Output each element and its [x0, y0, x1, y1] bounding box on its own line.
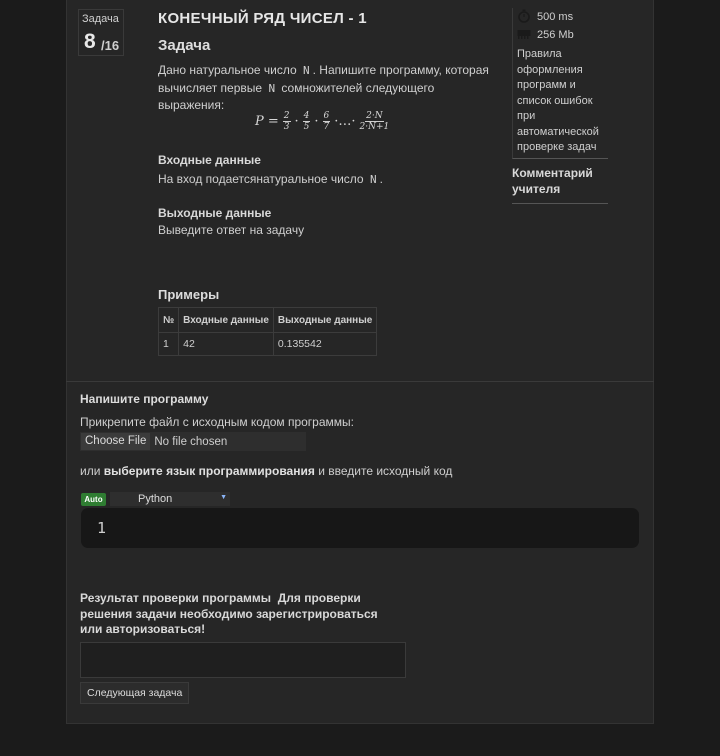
write-program-heading: Напишите программу: [80, 392, 209, 406]
output-heading: Выходные данные: [158, 206, 272, 220]
table-row: 1 42 0.135542: [157, 332, 378, 356]
result-box: [80, 642, 406, 678]
auto-badge[interactable]: Auto: [81, 493, 106, 506]
formula: P = 23 · 45 · 67 ·…· 2·N 2·N+1: [255, 111, 390, 132]
rules-link[interactable]: Правила оформления программ и список оши…: [517, 47, 608, 156]
col-input: Входные данные: [178, 307, 274, 333]
stopwatch-icon: [517, 9, 531, 26]
time-limit-value: 500 ms: [537, 11, 574, 23]
fraction: 45: [302, 111, 311, 132]
code-editor[interactable]: 1: [81, 508, 639, 548]
next-task-button[interactable]: Следующая задача: [80, 682, 190, 704]
fraction: 67: [322, 111, 331, 132]
col-number: №: [157, 307, 180, 333]
cell-number: 1: [157, 332, 180, 356]
file-input[interactable]: Choose File No file chosen: [80, 432, 306, 451]
cell-output: 0.135542: [272, 332, 378, 356]
var-n: N: [303, 64, 310, 77]
input-text: На вход подаетсянатуральное число N.: [158, 172, 383, 186]
formula-lhs: P =: [255, 114, 279, 129]
memory-limit-value: 256 Mb: [537, 29, 574, 41]
selected-language: Python: [138, 493, 173, 505]
statement-text: Дано натуральное число: [158, 63, 297, 77]
input-heading: Входные данные: [158, 153, 261, 167]
cell-input: 42: [178, 332, 274, 356]
limits-sidebar: 500 ms 256 Mb Правила оформления програм…: [512, 8, 608, 159]
language-select[interactable]: Python ▼: [110, 492, 230, 506]
or-line: или выберите язык программирования и вве…: [80, 464, 453, 478]
task-number-badge: Задача 8 /16: [78, 9, 124, 56]
task-total: /16: [101, 38, 120, 53]
examples-table: № Входные данные Выходные данные 1 42 0.…: [157, 307, 378, 356]
result-heading: Результат проверки программы Для проверк…: [80, 591, 400, 638]
task-statement: Дано натуральное число N. Напишите прогр…: [158, 62, 498, 115]
teacher-comment-heading: Комментарий учителя: [512, 165, 608, 204]
examples-heading: Примеры: [158, 287, 220, 302]
memory-limit: 256 Mb: [517, 26, 608, 44]
task-label: Задача: [82, 13, 119, 25]
var-n-2: N: [268, 81, 276, 95]
page-title: КОНЕЧНЫЙ РЯД ЧИСЕЛ - 1: [158, 10, 367, 27]
memory-icon: [517, 28, 531, 43]
result-label: Результат проверки программы: [80, 591, 272, 605]
formula-dots: ·…·: [334, 114, 356, 129]
line-number: 1: [97, 519, 107, 537]
attach-file-text: Прикрепите файл с исходным кодом програм…: [80, 415, 354, 429]
section-divider: [66, 381, 654, 382]
time-limit: 500 ms: [517, 8, 608, 26]
table-header-row: № Входные данные Выходные данные: [157, 307, 378, 333]
col-output: Выходные данные: [272, 307, 378, 333]
choose-file-button[interactable]: Choose File: [81, 433, 151, 450]
output-text: Выведите ответ на задачу: [158, 223, 305, 237]
fraction: 2·N 2·N+1: [359, 111, 390, 132]
choose-language-link[interactable]: выберите язык программирования: [104, 464, 315, 478]
fraction: 23: [282, 111, 291, 132]
task-heading: Задача: [158, 37, 211, 54]
file-status: No file chosen: [154, 435, 228, 448]
task-number: 8: [84, 30, 96, 53]
chevron-down-icon: ▼: [220, 494, 227, 501]
